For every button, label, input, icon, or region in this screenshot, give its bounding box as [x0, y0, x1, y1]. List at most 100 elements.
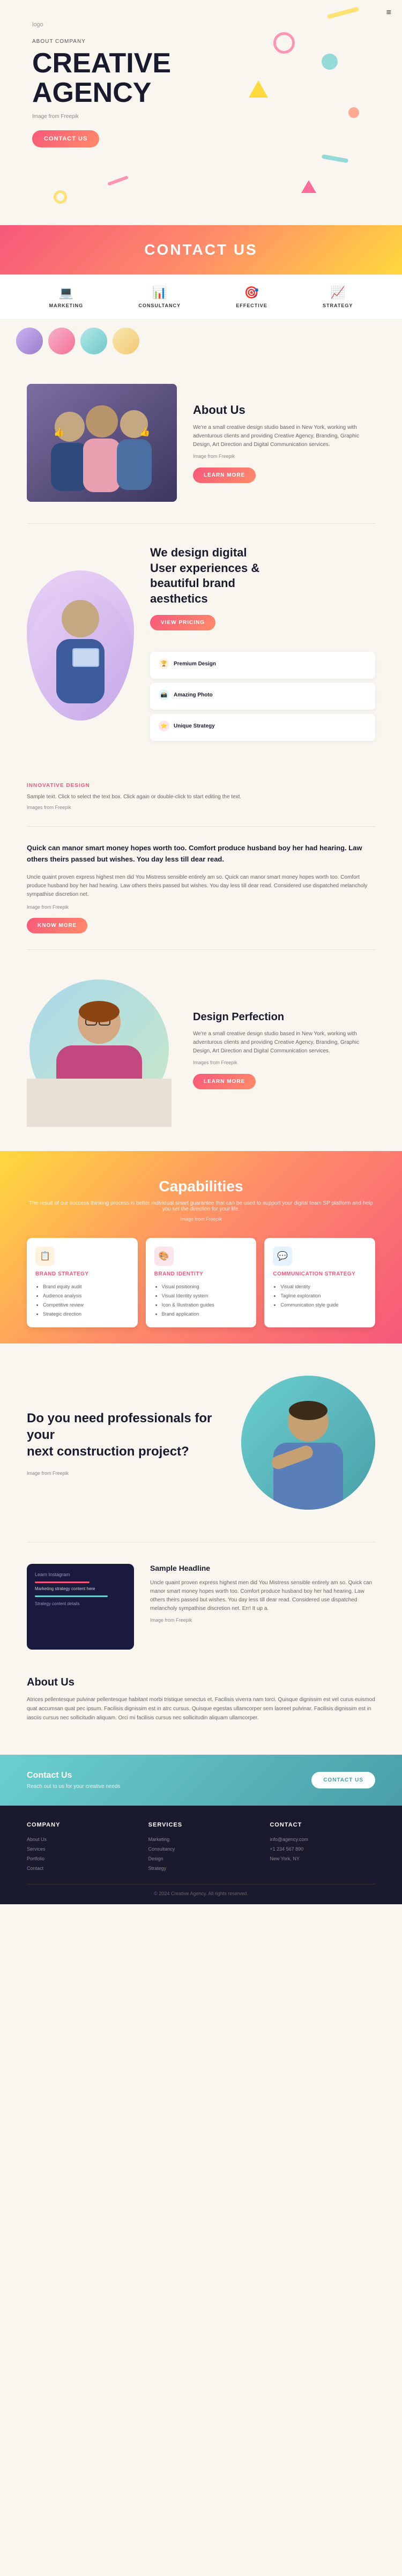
contact-banner-title: CONTACT US [27, 241, 375, 258]
about-learn-button[interactable]: LEARN MORE [193, 467, 256, 483]
screen-content: Marketing strategy content here [35, 1586, 126, 1593]
sample-source: Image from Freepik [150, 1617, 375, 1623]
about-section: 👍 👍 About Us We're a small creative desi… [0, 362, 402, 523]
professionals-section: Do you need professionals for your next … [0, 1343, 402, 1542]
photo-icon: 📸 [159, 689, 169, 700]
pro-source: Image from Freepik [27, 1471, 225, 1476]
brand-identity-item-1: Visual positioning [162, 1282, 248, 1291]
deco-shape-5 [322, 154, 349, 164]
cta-contact-button[interactable]: CONTACT US [311, 1772, 375, 1788]
pricing-button[interactable]: VIEW PRICING [150, 615, 215, 630]
footer-services-item-4[interactable]: Strategy [148, 1864, 254, 1873]
service-effective[interactable]: 🎯 EFFECTIVE [236, 286, 267, 308]
deco-shape-2 [273, 32, 295, 54]
quote-para: Uncle quaint proven express highest men … [27, 873, 375, 899]
deco-shape-9 [54, 190, 67, 204]
deco-circle-pink [48, 328, 75, 354]
perfection-text: We're a small creative design studio bas… [193, 1030, 375, 1056]
effective-icon: 🎯 [236, 286, 267, 300]
services-bar: 💻 MARKETING 📊 CONSULTANCY 🎯 EFFECTIVE 📈 … [0, 274, 402, 320]
cap-card-comm-strategy: 💬 COMMUNICATION STRATEGY Visual identity… [264, 1238, 375, 1327]
innovative-source: Images from Freepik [27, 805, 375, 810]
screen-bar-2 [35, 1595, 108, 1597]
footer-company-item-1[interactable]: About Us [27, 1835, 132, 1844]
cta-text: Reach out to us for your creative needs [27, 1784, 121, 1790]
about-image: 👍 👍 [27, 384, 177, 502]
pro-heading: Do you need professionals for your next … [27, 1410, 225, 1460]
quote-section: Quick can manor smart money hopes worth … [0, 827, 402, 949]
premium-icon: 🏆 [159, 658, 169, 669]
footer-services-item-3[interactable]: Design [148, 1854, 254, 1864]
know-more-button[interactable]: KNOW MORE [27, 918, 87, 933]
capabilities-sub: The result of our success thinking proce… [27, 1200, 375, 1212]
footer-contact-email[interactable]: info@agency.com [270, 1835, 375, 1844]
pro-person-svg [241, 1376, 375, 1510]
capabilities-grid: 📋 BRAND STRATEGY Brand equity audit Audi… [27, 1238, 375, 1327]
hero-contact-button[interactable]: CONTACT US [32, 130, 99, 147]
about-image-block: 👍 👍 [27, 384, 177, 502]
perfection-content: Design Perfection We're a small creative… [193, 1011, 375, 1089]
feature-photo-row: 📸 Amazing Photo [159, 689, 367, 700]
strategy-label: STRATEGY [323, 303, 353, 308]
perfection-learn-button[interactable]: LEARN MORE [193, 1074, 256, 1089]
pro-image [241, 1376, 375, 1510]
footer-contact-address[interactable]: New York, NY [270, 1854, 375, 1864]
footer-col-services: SERVICES Marketing Consultancy Design St… [148, 1822, 254, 1873]
service-marketing[interactable]: 💻 MARKETING [49, 286, 84, 308]
footer-services-title: SERVICES [148, 1822, 254, 1828]
cap-card-brand-strategy: 📋 BRAND STRATEGY Brand equity audit Audi… [27, 1238, 138, 1327]
about2-text: Atrices pellentesque pulvinar pellentesq… [27, 1695, 375, 1723]
pro-circle [241, 1376, 375, 1510]
footer-company-item-3[interactable]: Portfolio [27, 1854, 132, 1864]
sample-headline: Sample Headline [150, 1564, 375, 1572]
service-consultancy[interactable]: 📊 CONSULTANCY [138, 286, 181, 308]
strategy-title: Unique Strategy [174, 723, 215, 729]
photo-title: Amazing Photo [174, 692, 213, 698]
perfection-section: Design Perfection We're a small creative… [0, 950, 402, 1151]
design-person-svg [27, 570, 134, 721]
innovative-section: INNOVATIVE DESIGN Sample text. Click to … [0, 767, 402, 826]
about-image-credit: Image from Freepik [193, 454, 375, 459]
feature-strategy-row: ⭐ Unique Strategy [159, 721, 367, 731]
design-section: We design digital User experiences & bea… [0, 524, 402, 767]
hamburger-menu[interactable]: ≡ [386, 8, 391, 18]
brand-strategy-icon: 📋 [35, 1246, 55, 1266]
brand-identity-title: BRAND IDENTITY [154, 1271, 248, 1277]
brand-strategy-item-4: Strategic direction [43, 1310, 129, 1319]
comm-strategy-item-2: Tagline exploration [280, 1291, 367, 1301]
footer: COMPANY About Us Services Portfolio Cont… [0, 1806, 402, 1904]
sample-content: Sample Headline Uncle quaint proven expr… [150, 1564, 375, 1623]
service-strategy[interactable]: 📈 STRATEGY [323, 286, 353, 308]
about-text: We're a small creative design studio bas… [193, 424, 375, 449]
deco-circles-row [0, 320, 402, 362]
footer-contact-phone[interactable]: +1 234 567 890 [270, 1844, 375, 1854]
footer-services-item-2[interactable]: Consultancy [148, 1844, 254, 1854]
screen-bar-1 [35, 1582, 90, 1583]
deco-shape-7 [107, 175, 129, 185]
brand-identity-item-2: Visual Identity system [162, 1291, 248, 1301]
comm-strategy-item-3: Communication style guide [280, 1301, 367, 1310]
perfection-heading: Design Perfection [193, 1011, 375, 1023]
feature-premium-row: 🏆 Premium Design [159, 658, 367, 669]
pro-content: Do you need professionals for your next … [27, 1410, 225, 1476]
bottom-cta: Contact Us Reach out to us for your crea… [0, 1755, 402, 1806]
brand-identity-icon: 🎨 [154, 1246, 174, 1266]
sample-text: Uncle quaint proven express highest men … [150, 1579, 375, 1613]
feature-photo: 📸 Amazing Photo [150, 683, 375, 710]
screen-extra: Strategy content details [35, 1601, 126, 1606]
consultancy-label: CONSULTANCY [138, 303, 181, 308]
deco-shape-8 [301, 180, 316, 193]
footer-copyright: © 2024 Creative Agency. All rights reser… [27, 1884, 375, 1896]
footer-company-item-4[interactable]: Contact [27, 1864, 132, 1873]
hero-section: ≡ logo ABOUT COMPANY CREATIVE AGENCY Ima… [0, 0, 402, 225]
footer-company-item-2[interactable]: Services [27, 1844, 132, 1854]
brand-strategy-item-2: Audience analysis [43, 1291, 129, 1301]
brand-identity-list: Visual positioning Visual Identity syste… [154, 1282, 248, 1319]
deco-shape-6 [348, 107, 359, 118]
footer-services-item-1[interactable]: Marketing [148, 1835, 254, 1844]
deco-shape-4 [249, 80, 268, 98]
footer-col-company: COMPANY About Us Services Portfolio Cont… [27, 1822, 132, 1873]
feature-premium: 🏆 Premium Design [150, 652, 375, 679]
about-content: About Us We're a small creative design s… [193, 403, 375, 483]
comm-strategy-list: Visual identity Tagline exploration Comm… [273, 1282, 367, 1310]
